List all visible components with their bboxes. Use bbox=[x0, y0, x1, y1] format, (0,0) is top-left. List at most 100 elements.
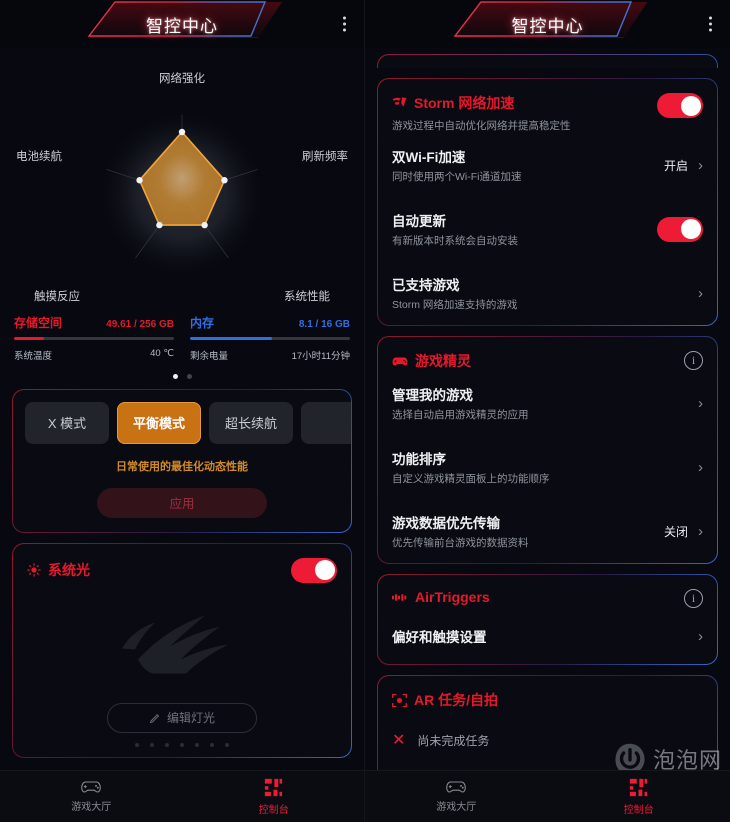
info-icon[interactable]: i bbox=[684, 589, 703, 608]
nav-item-game-lobby[interactable]: 游戏大厅 bbox=[365, 780, 548, 813]
battery-value: 17小时11分钟 bbox=[291, 350, 350, 362]
app-header: 智控中心 bbox=[0, 0, 364, 48]
light-dot[interactable] bbox=[180, 742, 184, 747]
battery-label: 剩余电量 bbox=[190, 350, 229, 362]
storage-bar bbox=[14, 337, 174, 340]
light-dot[interactable] bbox=[150, 742, 154, 747]
storm-title: Storm 网络加速 bbox=[414, 95, 515, 111]
gamepad-icon bbox=[392, 357, 408, 365]
row-subtitle: 有新版本时系统会自动安装 bbox=[392, 235, 518, 247]
performance-mode-card: X 模式 平衡模式 超长续航 日常使用的最佳化动态性能 应用 bbox=[12, 388, 352, 533]
memory-label: 内存 bbox=[190, 316, 215, 330]
gamepad-icon bbox=[446, 781, 467, 793]
storage-value: 49.61 / 256 GB bbox=[106, 319, 174, 330]
radar-vertex bbox=[178, 128, 186, 136]
storm-network-card: Storm 网络加速 游戏过程中自动优化网络并提高稳定性 双Wi-Fi加速 同时… bbox=[377, 78, 718, 326]
row-title: 双Wi-Fi加速 bbox=[392, 150, 466, 165]
radar-axis-label-touch: 触摸反应 bbox=[34, 291, 80, 303]
radar-axis-label-network: 网络强化 bbox=[159, 73, 205, 85]
row-value: 开启 bbox=[663, 158, 688, 173]
row-title: 管理我的游戏 bbox=[392, 388, 473, 403]
row-subtitle: 选择自动启用游戏精灵的应用 bbox=[392, 409, 529, 421]
row-title: 已支持游戏 bbox=[392, 278, 460, 293]
grid-icon bbox=[630, 778, 648, 796]
nav-item-console[interactable]: 控制台 bbox=[183, 778, 365, 816]
nav-item-console[interactable]: 控制台 bbox=[548, 778, 730, 816]
ar-title: AR 任务/自拍 bbox=[414, 692, 498, 708]
row-value: 关闭 bbox=[663, 524, 688, 539]
row-manage-games[interactable]: 管理我的游戏 选择自动启用游戏精灵的应用 › bbox=[378, 371, 717, 435]
light-dot[interactable] bbox=[135, 742, 139, 747]
mode-option-0[interactable]: X 模式 bbox=[25, 401, 109, 444]
row-title: 偏好和触摸设置 bbox=[392, 630, 487, 645]
nav-item-game-lobby[interactable]: 游戏大厅 bbox=[0, 780, 183, 813]
apply-button[interactable]: 应用 bbox=[97, 487, 267, 518]
right-phone-panel: 智控中心 Storm 网络加速 游戏过程中自动优化网络并提高稳定性 双Wi-Fi… bbox=[365, 0, 730, 822]
edit-light-button[interactable]: 编辑灯光 bbox=[107, 702, 257, 733]
page-dot[interactable] bbox=[186, 373, 192, 379]
close-x-icon: ✕ bbox=[392, 731, 406, 749]
stats-page-indicator[interactable] bbox=[14, 373, 350, 379]
row-supported-games[interactable]: 已支持游戏 Storm 网络加速支持的游戏 › bbox=[378, 261, 717, 325]
chevron-right-icon: › bbox=[698, 458, 703, 476]
performance-radar-chart: 网络强化 刷新频率 系统性能 触摸反应 电池续航 bbox=[0, 48, 364, 306]
row-function-order[interactable]: 功能排序 自定义游戏精灵面板上的功能顺序 › bbox=[378, 435, 717, 499]
ar-scan-icon bbox=[392, 693, 407, 707]
storm-toggle[interactable] bbox=[657, 93, 703, 118]
rog-logo bbox=[122, 615, 228, 673]
system-light-toggle[interactable] bbox=[291, 557, 337, 583]
more-vertical-icon-right[interactable] bbox=[709, 16, 712, 32]
edit-light-label: 编辑灯光 bbox=[166, 711, 215, 725]
ar-task-row: ✕ 尚未完成任务 bbox=[378, 710, 717, 762]
row-preference-touch-settings[interactable]: 偏好和触摸设置 › bbox=[378, 608, 717, 664]
radar-axis-label-battery: 电池续航 bbox=[16, 151, 62, 163]
storage-label: 存储空间 bbox=[14, 316, 63, 330]
game-genie-title: 游戏精灵 bbox=[415, 353, 471, 369]
app-header-right: 智控中心 bbox=[365, 0, 730, 48]
mode-description: 日常使用的最佳化动态性能 bbox=[116, 460, 248, 473]
mode-option-2[interactable]: 超长续航 bbox=[209, 401, 293, 444]
right-scroll-body[interactable]: Storm 网络加速 游戏过程中自动优化网络并提高稳定性 双Wi-Fi加速 同时… bbox=[365, 54, 730, 822]
light-effect-dots[interactable] bbox=[13, 742, 351, 757]
left-phone-panel: 智控中心 网络强化 刷新频率 系统性能 触摸反应 电池续航 存储空间 49.61… bbox=[0, 0, 365, 822]
row-subtitle: 优先传输前台游戏的数据资料 bbox=[392, 537, 529, 549]
light-dot[interactable] bbox=[195, 742, 199, 747]
row-dual-wifi[interactable]: 双Wi-Fi加速 同时使用两个Wi-Fi通道加速 开启 › bbox=[378, 133, 717, 197]
page-title-right: 智控中心 bbox=[511, 16, 584, 36]
storm-subtitle: 游戏过程中自动优化网络并提高稳定性 bbox=[392, 120, 571, 132]
chevron-right-icon: › bbox=[698, 522, 703, 540]
radar-vertex bbox=[156, 221, 163, 229]
row-title: 游戏数据优先传输 bbox=[392, 516, 500, 531]
pencil-icon bbox=[149, 713, 160, 723]
gamepad-icon bbox=[81, 781, 102, 793]
temperature-label: 系统温度 bbox=[14, 350, 53, 362]
auto-update-toggle[interactable] bbox=[657, 216, 703, 242]
more-vertical-icon[interactable] bbox=[343, 16, 346, 32]
airtriggers-card: AirTriggers i 偏好和触摸设置 › bbox=[377, 574, 718, 665]
mode-option-1[interactable]: 平衡模式 bbox=[117, 401, 201, 444]
device-stats: 存储空间 49.61 / 256 GB 系统温度 40 ℃ 内存 8.1 / 1… bbox=[0, 306, 364, 379]
mode-selector[interactable]: X 模式 平衡模式 超长续航 bbox=[13, 390, 351, 444]
ar-task-label: 尚未完成任务 bbox=[417, 734, 490, 748]
light-dot[interactable] bbox=[225, 742, 229, 747]
light-dot[interactable] bbox=[165, 742, 169, 747]
left-scroll-body[interactable]: 网络强化 刷新频率 系统性能 触摸反应 电池续航 存储空间 49.61 / 25… bbox=[0, 48, 364, 822]
info-icon[interactable]: i bbox=[684, 351, 703, 370]
radar-vertex bbox=[136, 177, 143, 184]
row-game-data-priority[interactable]: 游戏数据优先传输 优先传输前台游戏的数据资料 关闭 › bbox=[378, 499, 717, 563]
row-subtitle: 自定义游戏精灵面板上的功能顺序 bbox=[392, 473, 550, 485]
row-auto-update[interactable]: 自动更新 有新版本时系统会自动安装 bbox=[378, 197, 717, 261]
chevron-right-icon: › bbox=[698, 156, 703, 174]
light-dot[interactable] bbox=[210, 742, 214, 747]
bottom-nav-right: 游戏大厅 控制台 bbox=[365, 770, 730, 822]
airtriggers-title: AirTriggers bbox=[415, 589, 490, 605]
page-dot[interactable] bbox=[172, 373, 178, 379]
radar-axis-label-sysperf: 系统性能 bbox=[284, 291, 330, 303]
brightness-icon bbox=[27, 563, 41, 577]
storm-icon bbox=[392, 96, 407, 107]
page-title: 智控中心 bbox=[146, 16, 218, 36]
air-triggers-icon bbox=[392, 593, 407, 601]
mode-option-3[interactable] bbox=[301, 401, 351, 444]
row-subtitle: Storm 网络加速支持的游戏 bbox=[392, 299, 518, 311]
memory-stat: 内存 8.1 / 16 GB 剩余电量 17小时11分钟 bbox=[190, 314, 350, 362]
